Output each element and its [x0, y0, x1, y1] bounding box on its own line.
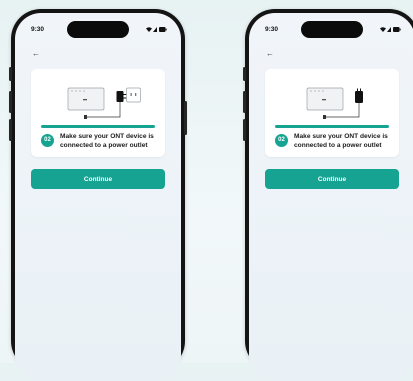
battery-icon: [393, 27, 400, 32]
power-adapter: [116, 91, 124, 102]
ont-power-illustration: [306, 87, 363, 119]
status-bar: 9:30: [15, 13, 181, 43]
signal-icon: [387, 27, 391, 32]
step-instruction: Make sure your ONT device is connected t…: [294, 133, 388, 149]
back-arrow-icon[interactable]: ←: [266, 49, 276, 59]
mute-switch: [9, 67, 12, 81]
instruction-card: 02 Make sure your ONT device is connecte…: [31, 69, 165, 157]
volume-up-button: [9, 91, 12, 113]
status-bar: 9:30: [249, 13, 413, 43]
dynamic-island: [301, 21, 363, 38]
wall-outlet: [126, 87, 141, 103]
phone-mockup-left: 9:30 ← 02 Make sure your ONT device is c…: [9, 9, 187, 381]
volume-up-button: [243, 91, 246, 113]
step-number-badge: 02: [275, 134, 288, 147]
status-icons: [380, 27, 401, 32]
status-time: 9:30: [31, 26, 45, 33]
continue-button[interactable]: Continue: [265, 169, 399, 189]
app-screen: 9:30 ← 02 Make sure your ONT device is c…: [15, 13, 181, 381]
wifi-icon: [146, 27, 152, 32]
volume-down-button: [9, 119, 12, 141]
ont-power-illustration: [67, 87, 141, 119]
phone-mockup-right: 9:30 ← 02 Make sure your ONT device is c…: [243, 9, 413, 381]
step-instruction: Make sure your ONT device is connected t…: [60, 133, 154, 149]
status-icons: [146, 27, 167, 32]
back-arrow-icon[interactable]: ←: [32, 49, 42, 59]
status-time: 9:30: [265, 26, 279, 33]
continue-button[interactable]: Continue: [31, 169, 165, 189]
dynamic-island: [67, 21, 129, 38]
instruction-card: 02 Make sure your ONT device is connecte…: [265, 69, 399, 157]
wifi-icon: [380, 27, 386, 32]
power-button: [184, 101, 187, 135]
step-number-badge: 02: [41, 134, 54, 147]
step-progress-bar: [41, 125, 155, 128]
app-screen: 9:30 ← 02 Make sure your ONT device is c…: [249, 13, 413, 381]
volume-down-button: [243, 119, 246, 141]
step-progress-bar: [275, 125, 389, 128]
battery-icon: [159, 27, 166, 32]
power-adapter: [355, 91, 363, 103]
mute-switch: [243, 67, 246, 81]
signal-icon: [153, 27, 157, 32]
